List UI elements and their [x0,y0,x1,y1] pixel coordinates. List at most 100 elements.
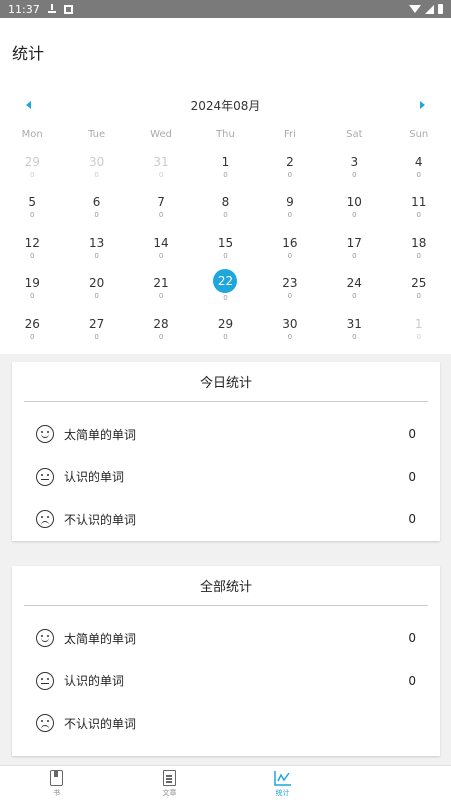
calendar: 2024年08月 Mon Tue Wed Thu Fri Sat Sun 29 0 30 0 31 0… [0,86,451,354]
calendar-day[interactable]: 28 0 [129,306,193,347]
calendar-day[interactable]: 31 0 [322,306,386,347]
weekday-label: Thu [216,128,235,140]
calendar-day[interactable]: 25 0 [387,266,451,307]
download-icon [47,4,56,13]
calendar-day[interactable]: 23 0 [258,266,322,307]
status-bar: 11:37 [0,0,451,18]
stat-row[interactable]: 认识的单词 0 [12,660,440,703]
weekday-label: Sat [346,128,363,140]
calendar-day[interactable]: 27 0 [64,306,128,347]
calendar-day[interactable]: 10 0 [322,185,386,226]
calendar-day[interactable]: 10 [193,144,257,185]
calendar-grid: 29 0 30 0 31 0 1 0 2 0 3 0 4 0 5 0 6 0 7 0 8 0 9 0 10 0 11 0 12 0 13 0 1… [0,144,451,347]
battery-icon [438,4,443,14]
day-word-count: 0 [416,292,421,301]
calendar-day[interactable]: 80 [193,185,257,226]
stat-value: 0 [408,469,416,484]
calendar-day[interactable]: 60 [64,185,128,226]
calendar-day[interactable]: 31 0 [129,144,193,185]
calendar-day[interactable]: 20 0 [64,266,128,307]
day-word-count: 0 [416,170,421,179]
stat-value: 0 [408,427,416,442]
nav-label: 统计 [275,789,290,797]
day-word-count: 0 [158,251,164,260]
day-word-count: 0 [287,292,293,301]
calendar-day[interactable]: 16 0 [258,225,322,266]
calendar-day[interactable]: 11 0 [387,185,451,226]
calendar-day[interactable]: 17 0 [322,225,386,266]
day-word-count: 0 [352,211,357,220]
stat-value: 0 [408,673,416,688]
stat-value: 0 [408,631,416,646]
stat-row[interactable]: 太简单的单词 0 [12,413,440,456]
calendar-day[interactable]: 70 [129,185,193,226]
total-stats-title: 全部统计 [24,566,428,606]
today-stats-card: 今日统计 太简单的单词 0 认识的单词 0 不认识的单词 0 [12,362,440,541]
calendar-day[interactable]: 12 0 [0,225,64,266]
nav-label: 文章 [162,789,177,797]
stat-row[interactable]: 太简单的单词 0 [12,617,440,660]
calendar-week-row: 5 0 6 0 7 0 8 0 9 0 10 0 11 0 [0,185,451,226]
calendar-week-row: 19 0 20 0 21 0 22 0 23 0 24 0 25 0 [0,266,451,307]
day-word-count: 0 [94,251,99,260]
calendar-day[interactable]: 30 0 [258,306,322,347]
day-word-count: 0 [416,211,421,220]
calendar-day[interactable]: 90 [258,185,322,226]
calendar-week-row: 12 0 13 0 14 0 15 0 16 0 17 0 18 0 [0,225,451,266]
bottom-navigation: 书 文章 统计 [0,765,451,802]
calendar-week-row: 29 0 30 0 31 0 1 0 2 0 3 0 4 0 [0,144,451,185]
stat-row[interactable]: 不认识的单词 [12,702,440,745]
calendar-day[interactable]: 19 0 [0,266,64,307]
stat-label: 不认识的单词 [64,512,137,527]
day-word-count: 0 [94,332,99,341]
calendar-day[interactable]: 15 0 [193,225,257,266]
calendar-day[interactable]: 50 [0,185,64,226]
day-word-count: 0 [287,251,293,260]
calendar-day[interactable]: 40 [387,144,451,185]
happy-face-icon [36,629,54,648]
stat-row[interactable]: 不认识的单词 0 [12,498,440,541]
calendar-day[interactable]: 29 0 [0,144,64,185]
weekday-label: Fri [283,128,296,140]
calendar-day[interactable]: 20 [258,144,322,185]
previous-month-icon[interactable] [26,101,31,109]
stat-row[interactable]: 认识的单词 0 [12,456,440,499]
day-word-count: 0 [223,294,228,303]
weekday-label: Sun [409,128,429,140]
weekday-header: Mon Tue Wed Thu Fri Sat Sun [0,124,451,144]
weekday-label: Tue [88,128,106,140]
day-word-count: 0 [158,332,164,341]
wifi-icon [409,5,421,13]
calendar-day[interactable]: 30 0 [64,144,128,185]
day-word-count: 0 [29,251,35,260]
day-word-count: 0 [223,251,228,260]
next-month-icon[interactable] [420,101,425,109]
day-word-count: 0 [352,332,357,341]
calendar-day[interactable]: 14 0 [129,225,193,266]
calendar-day[interactable]: 30 [322,144,386,185]
calendar-day[interactable]: 21 0 [129,266,193,307]
calendar-day[interactable]: 24 0 [322,266,386,307]
calendar-day[interactable]: 10 [387,306,451,347]
day-word-count: 0 [223,170,228,179]
calendar-day[interactable]: 18 0 [387,225,451,266]
day-word-count: 0 [416,332,421,341]
calendar-month-label: 2024年08月 [190,98,261,113]
today-stats-title: 今日统计 [24,362,428,402]
day-word-count: 0 [352,170,357,179]
day-word-count: 0 [416,251,421,260]
signal-icon [425,4,434,14]
day-word-count: 0 [29,170,35,179]
calendar-day[interactable]: 29 0 [193,306,257,347]
nav-item-stats[interactable]: 统计 [226,766,339,802]
day-word-count: 0 [352,251,357,260]
calendar-day[interactable]: 26 0 [0,306,64,347]
day-word-count: 0 [94,211,99,220]
day-word-count: 0 [352,292,357,301]
app-bar: 统计 [0,18,451,86]
nav-item-article[interactable]: 文章 [113,766,226,802]
calendar-day[interactable]: 13 0 [64,225,128,266]
day-word-count: 0 [94,292,99,301]
nav-item-book[interactable]: 书 [0,766,113,802]
calendar-day-selected[interactable]: 22 0 [193,266,257,307]
